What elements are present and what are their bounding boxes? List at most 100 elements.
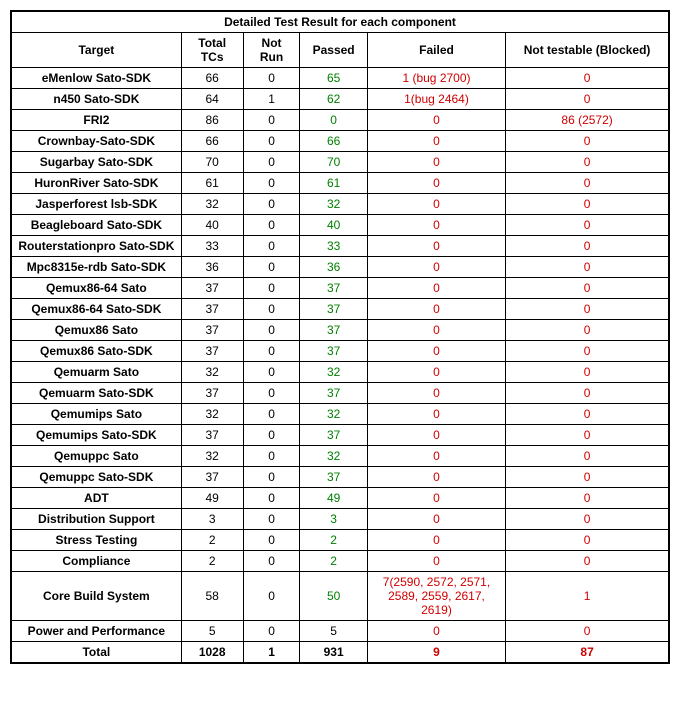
cell-failed: 0: [367, 215, 505, 236]
cell-blocked: 0: [506, 425, 669, 446]
cell-passed: 37: [300, 425, 367, 446]
cell-failed: 0: [367, 257, 505, 278]
cell-passed: 0: [300, 110, 367, 131]
cell-notrun: 0: [243, 467, 300, 488]
table-row: Qemux86-64 Sato3703700: [11, 278, 669, 299]
cell-failed: 0: [367, 236, 505, 257]
cell-target: Crownbay-Sato-SDK: [11, 131, 181, 152]
cell-target: Mpc8315e-rdb Sato-SDK: [11, 257, 181, 278]
cell-notrun: 0: [243, 572, 300, 621]
cell-target: Compliance: [11, 551, 181, 572]
table-row: Compliance20200: [11, 551, 669, 572]
cell-target: Routerstationpro Sato-SDK: [11, 236, 181, 257]
cell-failed: 0: [367, 404, 505, 425]
cell-failed: 0: [367, 110, 505, 131]
col-not-run: Not Run: [243, 33, 300, 68]
cell-notrun: 0: [243, 488, 300, 509]
cell-failed: 1(bug 2464): [367, 89, 505, 110]
table-row: Qemux86-64 Sato-SDK3703700: [11, 299, 669, 320]
table-row: eMenlow Sato-SDK660651 (bug 2700)0: [11, 68, 669, 89]
cell-passed: 36: [300, 257, 367, 278]
cell-failed: 0: [367, 621, 505, 642]
cell-blocked: 0: [506, 404, 669, 425]
cell-blocked: 0: [506, 299, 669, 320]
cell-failed: 0: [367, 173, 505, 194]
table-row: Qemumips Sato-SDK3703700: [11, 425, 669, 446]
table-row: Qemuppc Sato3203200: [11, 446, 669, 467]
cell-target: Stress Testing: [11, 530, 181, 551]
cell-passed: 37: [300, 320, 367, 341]
table-row: Power and Performance50500: [11, 621, 669, 642]
cell-notrun: 1: [243, 89, 300, 110]
cell-failed: 0: [367, 383, 505, 404]
cell-target: Jasperforest lsb-SDK: [11, 194, 181, 215]
cell-failed: 0: [367, 131, 505, 152]
cell-failed: 0: [367, 509, 505, 530]
cell-target: ADT: [11, 488, 181, 509]
cell-passed: 37: [300, 341, 367, 362]
cell-notrun: 0: [243, 509, 300, 530]
cell-target: Qemux86 Sato: [11, 320, 181, 341]
cell-blocked: 1: [506, 572, 669, 621]
table-row: HuronRiver Sato-SDK6106100: [11, 173, 669, 194]
cell-passed: 32: [300, 446, 367, 467]
cell-failed: 7(2590, 2572, 2571, 2589, 2559, 2617, 26…: [367, 572, 505, 621]
cell-blocked: 0: [506, 341, 669, 362]
cell-total-label: Total: [11, 642, 181, 664]
cell-target: Beagleboard Sato-SDK: [11, 215, 181, 236]
cell-notrun: 0: [243, 362, 300, 383]
cell-blocked: 0: [506, 152, 669, 173]
table-row: Routerstationpro Sato-SDK3303300: [11, 236, 669, 257]
cell-target: Qemuppc Sato: [11, 446, 181, 467]
cell-blocked: 0: [506, 621, 669, 642]
col-target: Target: [11, 33, 181, 68]
cell-notrun: 0: [243, 530, 300, 551]
cell-notrun: 0: [243, 110, 300, 131]
cell-tcs: 58: [181, 572, 243, 621]
cell-target: Qemuarm Sato-SDK: [11, 383, 181, 404]
cell-notrun: 0: [243, 446, 300, 467]
cell-tcs: 2: [181, 530, 243, 551]
cell-blocked: 0: [506, 530, 669, 551]
cell-blocked: 0: [506, 236, 669, 257]
cell-tcs: 37: [181, 320, 243, 341]
col-failed: Failed: [367, 33, 505, 68]
cell-notrun: 0: [243, 68, 300, 89]
cell-tcs: 32: [181, 446, 243, 467]
cell-tcs: 37: [181, 467, 243, 488]
cell-target: Qemumips Sato: [11, 404, 181, 425]
table-row: Distribution Support30300: [11, 509, 669, 530]
cell-failed: 1 (bug 2700): [367, 68, 505, 89]
table-row: Stress Testing20200: [11, 530, 669, 551]
cell-failed: 0: [367, 194, 505, 215]
cell-notrun: 0: [243, 257, 300, 278]
cell-passed: 37: [300, 278, 367, 299]
cell-tcs: 64: [181, 89, 243, 110]
cell-failed: 0: [367, 425, 505, 446]
cell-total-passed: 931: [300, 642, 367, 664]
cell-notrun: 0: [243, 215, 300, 236]
cell-target: Core Build System: [11, 572, 181, 621]
table-row: Crownbay-Sato-SDK6606600: [11, 131, 669, 152]
cell-blocked: 0: [506, 257, 669, 278]
cell-tcs: 66: [181, 68, 243, 89]
cell-target: Qemuarm Sato: [11, 362, 181, 383]
table-row: Qemuarm Sato-SDK3703700: [11, 383, 669, 404]
cell-total-failed: 9: [367, 642, 505, 664]
cell-target: Qemux86 Sato-SDK: [11, 341, 181, 362]
cell-failed: 0: [367, 362, 505, 383]
total-row: Total10281931987: [11, 642, 669, 664]
cell-total-blocked: 87: [506, 642, 669, 664]
cell-target: FRI2: [11, 110, 181, 131]
cell-target: n450 Sato-SDK: [11, 89, 181, 110]
cell-blocked: 0: [506, 446, 669, 467]
cell-tcs: 32: [181, 404, 243, 425]
cell-failed: 0: [367, 530, 505, 551]
cell-tcs: 40: [181, 215, 243, 236]
cell-blocked: 0: [506, 173, 669, 194]
table-row: Beagleboard Sato-SDK4004000: [11, 215, 669, 236]
cell-tcs: 86: [181, 110, 243, 131]
cell-passed: 37: [300, 299, 367, 320]
col-blocked: Not testable (Blocked): [506, 33, 669, 68]
cell-passed: 37: [300, 383, 367, 404]
